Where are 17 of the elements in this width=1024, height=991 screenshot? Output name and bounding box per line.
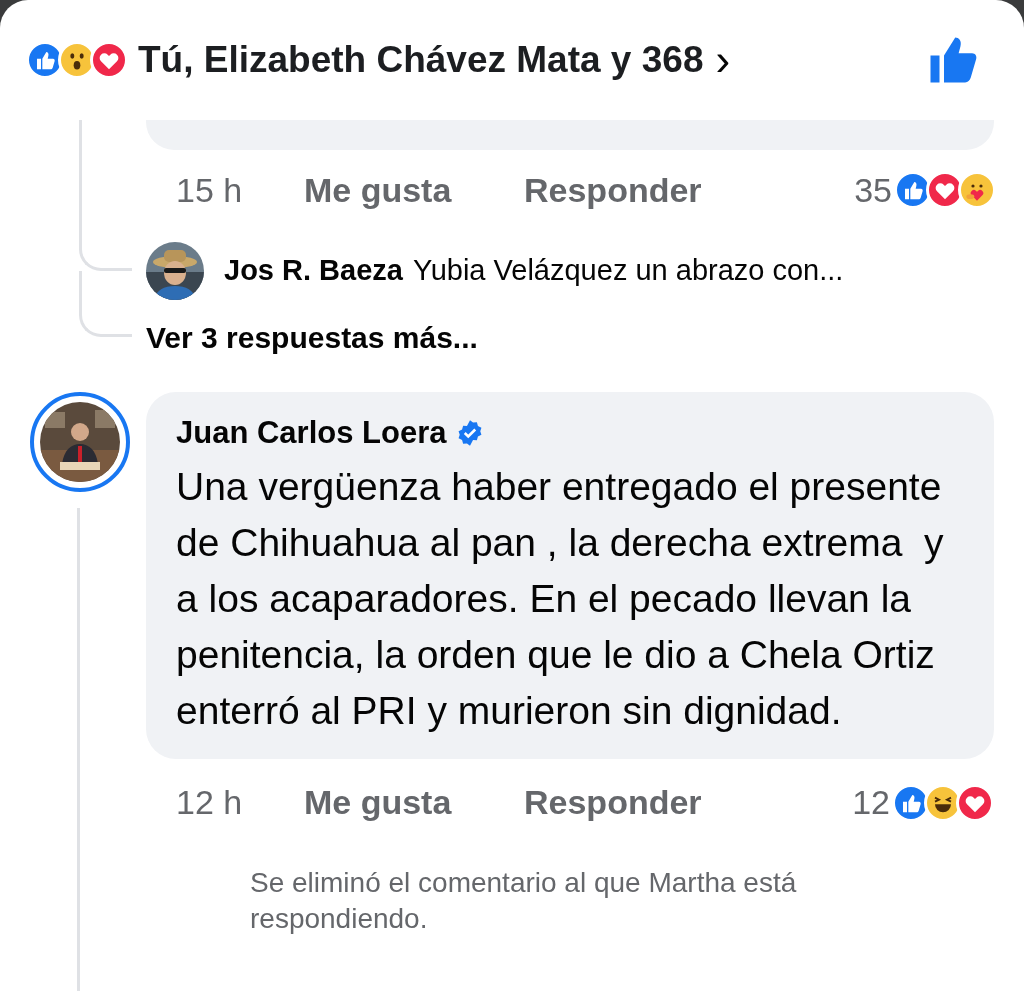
reply-text: Yubia Velázquez un abrazo con... [412,253,844,289]
reaction-count: 12 [852,782,890,823]
comment-time: 15 h [176,169,244,211]
comment-time: 12 h [176,782,244,823]
reply-author[interactable]: Jos R. Baeza [224,249,403,293]
comment-text: Una vergüenza haber entregado el presente de Chihuahua al pan , la derecha extrema y a los acaparadores. En el pecado llevan la penitencia, la orden que le dio a Chela Ortiz enterró al PRI y murieron sin dignidad. [176,463,945,734]
like-link[interactable]: Me gusta [304,164,524,216]
reactions-header[interactable]: Tú, Elizabeth Chávez Mata y 368 › [0,0,1024,120]
reply-link[interactable]: Responder [524,777,702,828]
deleted-comment-notice: Se eliminó el comentario al que Martha está respondiendo. [250,865,798,936]
reply-link[interactable]: Responder [524,164,702,216]
reaction-count: 35 [854,169,892,211]
like-link[interactable]: Me gusta [304,777,524,828]
comment-author[interactable]: Juan Carlos Loera [176,410,447,457]
more-replies-link[interactable]: Ver 3 respuestas más... [146,314,478,360]
chevron-icon[interactable]: › [715,38,731,82]
reactions-summary[interactable]: Tú, Elizabeth Chávez Mata y 368 [138,32,704,88]
